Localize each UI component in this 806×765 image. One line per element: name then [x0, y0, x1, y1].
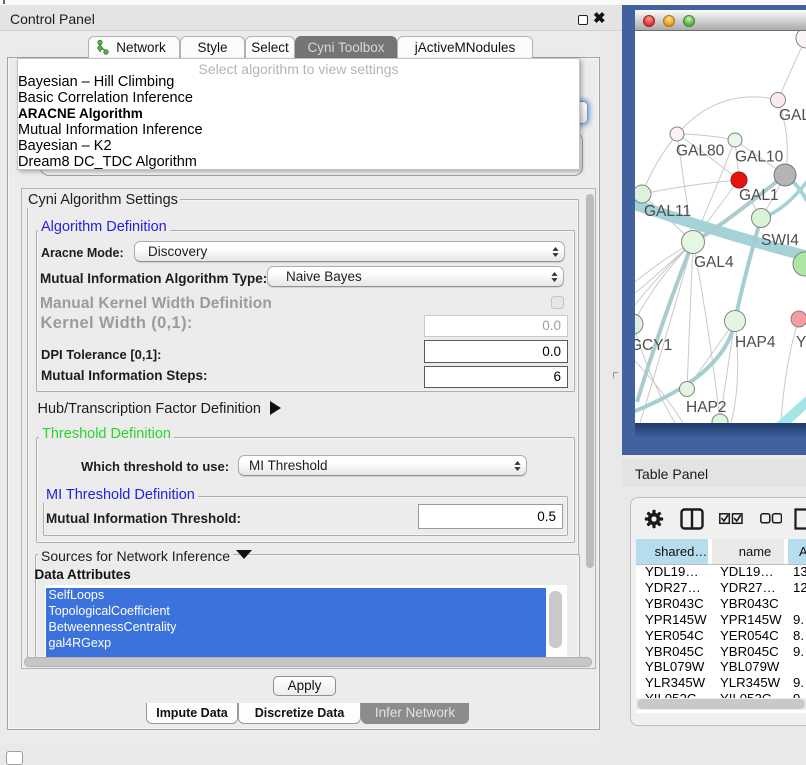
svg-text:HAP4: HAP4: [735, 334, 776, 351]
svg-text:GAL11: GAL11: [644, 203, 691, 220]
svg-text:SWI4: SWI4: [761, 232, 799, 249]
svg-text:GCY1: GCY1: [635, 337, 672, 354]
svg-text:GAL4: GAL4: [694, 254, 734, 271]
svg-text:GAL1: GAL1: [739, 187, 779, 204]
svg-text:HAP2: HAP2: [686, 399, 727, 416]
svg-text:GAL80: GAL80: [676, 143, 725, 160]
svg-text:GAL7: GAL7: [779, 107, 806, 124]
svg-text:Y: Y: [796, 334, 806, 351]
svg-text:GAL10: GAL10: [735, 149, 784, 166]
